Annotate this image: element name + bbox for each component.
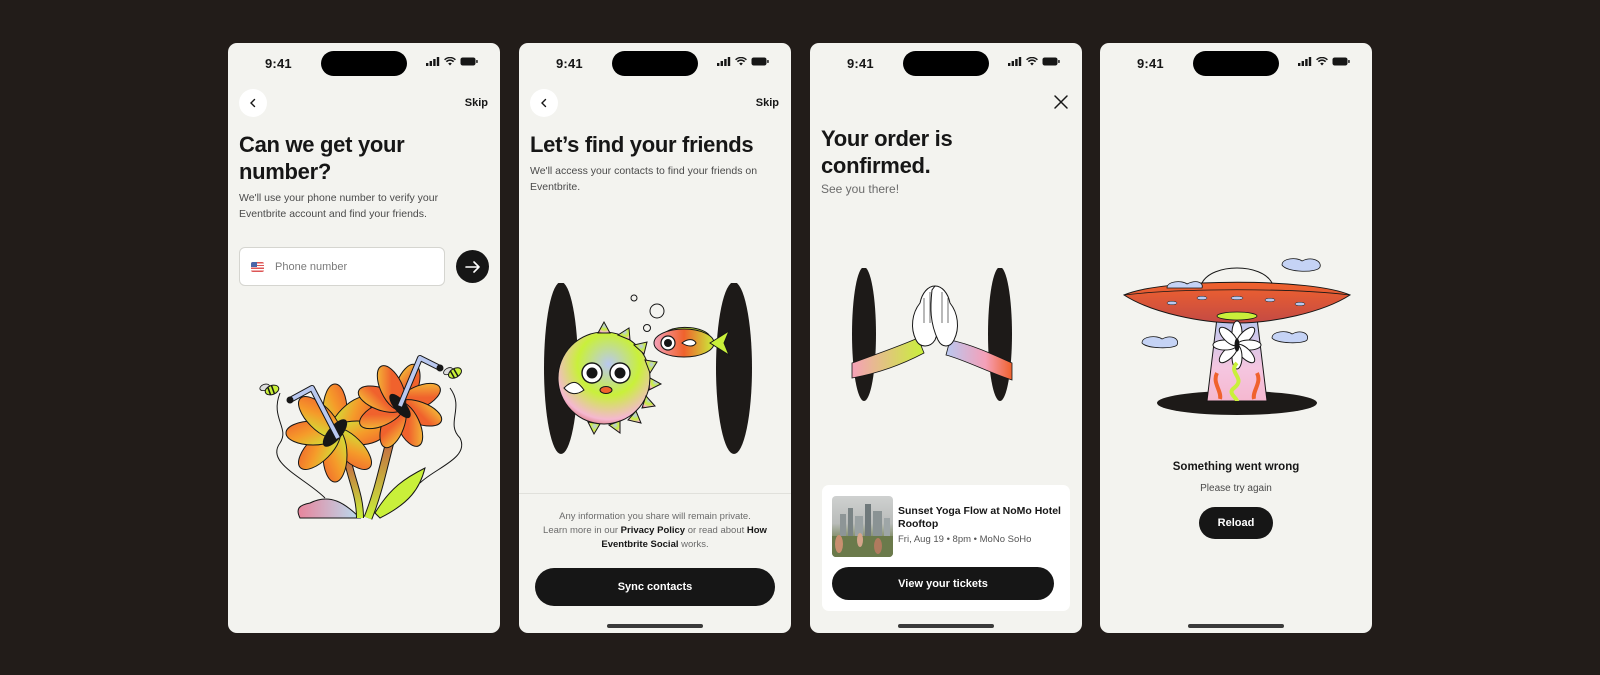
battery-icon: [751, 57, 769, 66]
event-title[interactable]: Sunset Yoga Flow at NoMo Hotel Rooftop: [898, 505, 1066, 531]
submit-phone-button[interactable]: [456, 250, 489, 283]
status-indicators: [1008, 57, 1060, 66]
event-photo: [832, 504, 893, 557]
phone-screen-phone-number: 9:41 Skip Can we get your number? We'll …: [228, 43, 500, 633]
home-indicator: [1188, 624, 1284, 628]
privacy-text: or read about: [685, 525, 747, 536]
skip-button[interactable]: Skip: [756, 97, 779, 109]
subtitle-line: Eventbrite account and find your friends…: [239, 208, 427, 220]
battery-icon: [1042, 57, 1060, 66]
page-title: Let’s find your friends: [530, 132, 754, 157]
privacy-text: works.: [678, 539, 709, 550]
status-indicators: [1298, 57, 1350, 66]
event-card[interactable]: Sunset Yoga Flow at NoMo Hotel Rooftop F…: [822, 485, 1070, 611]
close-icon[interactable]: [1052, 93, 1070, 111]
page-subtitle: See you there!: [821, 182, 900, 196]
battery-icon: [1332, 57, 1350, 66]
dynamic-island: [1193, 51, 1279, 76]
chevron-left-icon: [250, 98, 256, 108]
status-time: 9:41: [556, 56, 583, 71]
chevron-left-icon: [541, 98, 547, 108]
battery-icon: [460, 57, 478, 66]
dynamic-island: [612, 51, 698, 76]
status-indicators: [717, 57, 769, 66]
status-time: 9:41: [847, 56, 874, 71]
wifi-icon: [1316, 57, 1328, 66]
signal-icon: [426, 57, 440, 66]
privacy-line: Eventbrite Social works.: [531, 538, 779, 552]
event-thumbnail: [832, 496, 893, 557]
phone-screen-error: 9:41 Something went wrong Please try aga…: [1100, 43, 1372, 633]
arrow-right-icon: [464, 260, 480, 273]
signal-icon: [717, 57, 731, 66]
status-bar: 9:41: [1100, 43, 1372, 83]
wifi-icon: [444, 57, 456, 66]
status-bar: 9:41: [519, 43, 791, 83]
page-title: Can we get your number?: [239, 131, 405, 185]
signal-icon: [1298, 57, 1312, 66]
view-tickets-button[interactable]: View your tickets: [832, 567, 1054, 600]
signal-icon: [1008, 57, 1022, 66]
wifi-icon: [735, 57, 747, 66]
pufferfish-illustration: [544, 283, 752, 454]
back-button[interactable]: [239, 89, 267, 117]
title-line: number?: [239, 159, 332, 184]
ufo-illustration: [1122, 258, 1352, 415]
page-subtitle: We'll access your contacts to find your …: [530, 163, 757, 195]
privacy-notice: Any information you share will remain pr…: [531, 510, 779, 552]
us-flag-icon[interactable]: [251, 261, 264, 272]
phone-number-field[interactable]: [239, 247, 445, 286]
phone-screen-find-friends: 9:41 Skip Let’s find your friends We'll …: [519, 43, 791, 633]
wifi-icon: [1026, 57, 1038, 66]
status-bar: 9:41: [810, 43, 1082, 83]
status-time: 9:41: [265, 56, 292, 71]
privacy-line: Learn more in our Privacy Policy or read…: [531, 524, 779, 538]
sync-contacts-button[interactable]: Sync contacts: [535, 568, 775, 606]
event-meta: Fri, Aug 19 • 8pm • MoNo SoHo: [898, 534, 1032, 545]
error-subtitle: Please try again: [1200, 483, 1272, 494]
phone-screen-order-confirmed: 9:41 Your order is confirmed. See you th…: [810, 43, 1082, 633]
divider: [519, 493, 791, 494]
page-title: Your order is confirmed.: [821, 125, 953, 179]
phone-number-input[interactable]: [275, 260, 425, 273]
status-bar: 9:41: [228, 43, 500, 83]
back-button[interactable]: [530, 89, 558, 117]
status-time: 9:41: [1137, 56, 1164, 71]
flowers-illustration: [259, 355, 463, 520]
dynamic-island: [903, 51, 989, 76]
privacy-text: Learn more in our: [543, 525, 621, 536]
reload-button[interactable]: Reload: [1199, 507, 1273, 539]
subtitle-line: Eventbrite.: [530, 181, 581, 193]
error-title: Something went wrong: [1172, 461, 1300, 473]
skip-button[interactable]: Skip: [465, 97, 488, 109]
high-five-illustration: [851, 268, 1013, 401]
subtitle-line: We'll access your contacts to find your …: [530, 165, 758, 177]
title-line: Can we get your: [239, 132, 405, 157]
subtitle-line: We'll use your phone number to verify yo…: [239, 192, 439, 204]
privacy-line: Any information you share will remain pr…: [559, 511, 751, 522]
status-indicators: [426, 57, 478, 66]
home-indicator: [607, 624, 703, 628]
privacy-policy-link[interactable]: Privacy Policy: [621, 525, 685, 536]
page-subtitle: We'll use your phone number to verify yo…: [239, 190, 438, 222]
eventbrite-social-link-start[interactable]: How: [747, 525, 767, 536]
title-line: confirmed.: [821, 153, 931, 178]
dynamic-island: [321, 51, 407, 76]
eventbrite-social-link[interactable]: Eventbrite Social: [601, 539, 678, 550]
home-indicator: [898, 624, 994, 628]
title-line: Your order is: [821, 126, 953, 151]
